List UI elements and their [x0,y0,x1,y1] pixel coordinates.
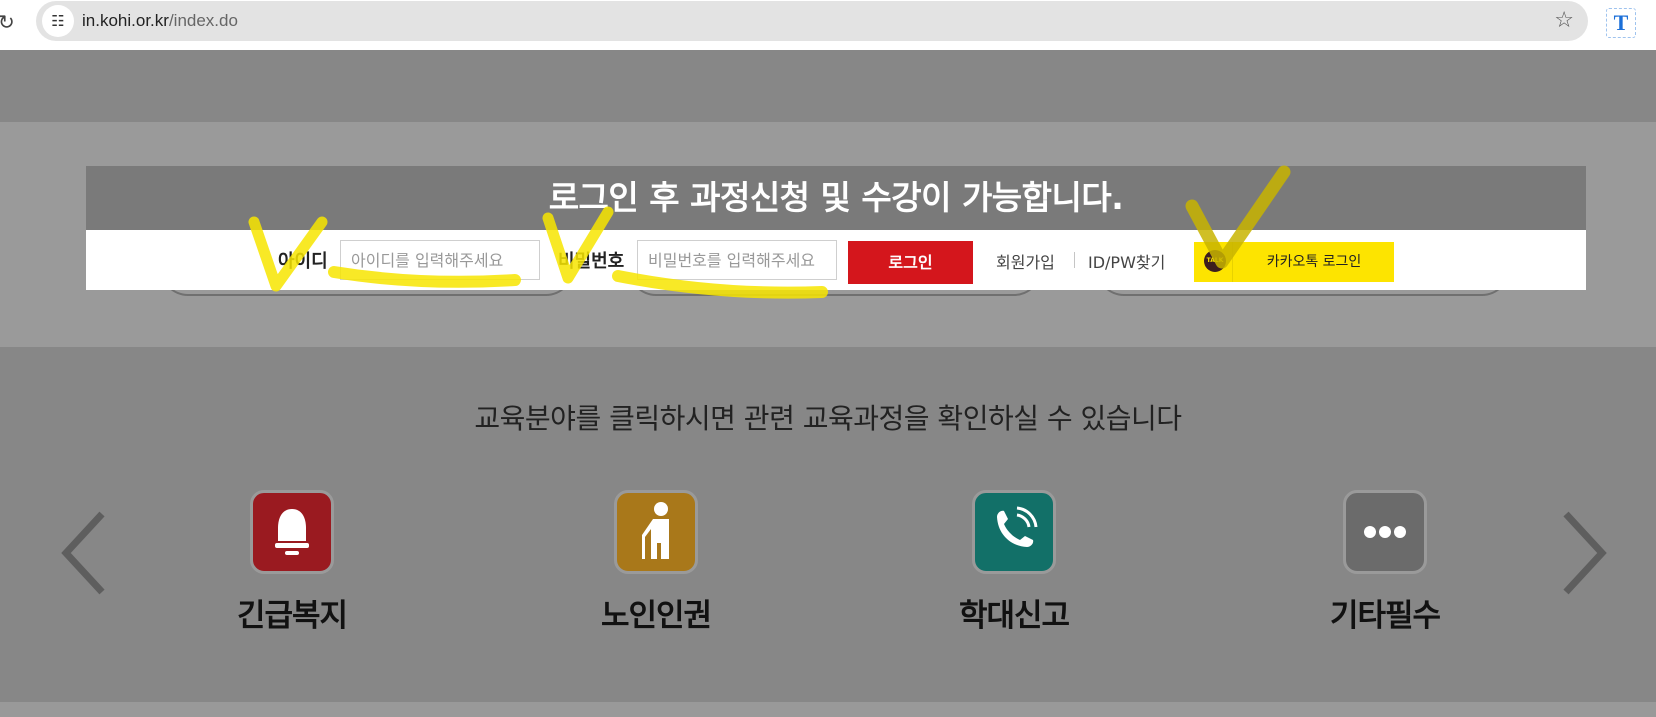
kakao-talk-icon: TALK [1204,250,1226,272]
category-elderly-rights[interactable]: 노인인권 [546,490,766,640]
find-id-pw-link[interactable]: ID/PW찾기 [1088,249,1165,273]
more-dots-icon [1343,490,1427,574]
category-abuse-report[interactable]: 학대신고 [904,490,1124,640]
bell-icon [250,490,334,574]
footer-band [0,702,1656,717]
signup-link[interactable]: 회원가입 [996,249,1055,273]
login-form: 아이디 비밀번호 로그인 회원가입 ID/PW찾기 TALK 카카오톡 로그인 [86,230,1586,290]
category-label: 기타필수 [1329,598,1441,634]
browser-toolbar: ↻ ☷ in.kohi.or.kr/index.do ☆ T [0,0,1656,51]
url-path: /index.do [168,11,238,30]
header-band [0,50,1656,122]
address-bar[interactable]: ☷ in.kohi.or.kr/index.do ☆ [36,1,1588,41]
url-text[interactable]: in.kohi.or.kr/index.do [82,11,238,31]
bookmark-star-icon[interactable]: ☆ [1554,8,1574,33]
reload-icon[interactable]: ↻ [0,10,15,34]
category-label: 노인인권 [600,598,712,634]
category-subtitle: 교육분야를 클릭하시면 관련 교육과정을 확인하실 수 있습니다 [474,402,1182,435]
category-label: 긴급복지 [236,598,348,634]
kakao-login-label: 카카오톡 로그인 [1266,254,1362,270]
category-emergency-welfare[interactable]: 긴급복지 [182,490,402,640]
id-label: 아이디 [278,251,328,272]
login-notice: 로그인 후 과정신청 및 수강이 가능합니다. [86,166,1586,230]
carousel-prev-arrow-icon[interactable] [58,510,108,596]
translate-extension-icon[interactable]: T [1606,8,1636,38]
url-host: in.kohi.or.kr [82,11,169,30]
elderly-person-icon [614,490,698,574]
login-button[interactable]: 로그인 [848,241,973,284]
password-input[interactable] [637,240,837,280]
site-info-icon[interactable]: ☷ [42,5,74,37]
link-divider [1074,252,1075,268]
carousel-next-arrow-icon[interactable] [1560,510,1610,596]
kakao-divider [1232,242,1233,282]
kakao-login-button[interactable]: TALK 카카오톡 로그인 [1194,242,1394,282]
category-other-required[interactable]: 기타필수 [1275,490,1495,640]
category-label: 학대신고 [958,598,1070,634]
id-input[interactable] [340,240,540,280]
phone-call-icon [972,490,1056,574]
password-label: 비밀번호 [558,251,625,272]
